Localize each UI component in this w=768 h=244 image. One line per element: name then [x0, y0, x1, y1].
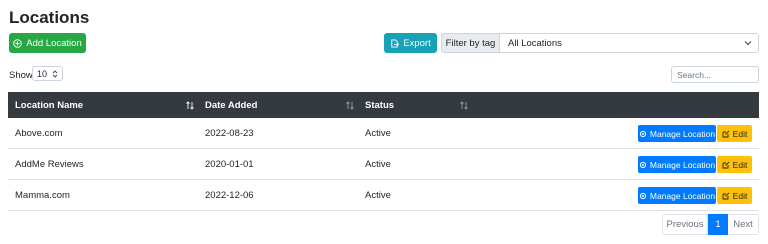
filter-label: Filter by tag [441, 33, 499, 53]
pagination-next[interactable]: Next [728, 214, 759, 235]
edit-icon [722, 161, 729, 168]
location-name: Above.com [15, 127, 63, 139]
date-added: 2022-12-06 [205, 189, 254, 201]
status: Active [365, 127, 391, 139]
manage-location-button[interactable]: Manage Location [638, 156, 716, 173]
page-size-select[interactable]: 10 [32, 66, 63, 81]
edit-button[interactable]: Edit [717, 125, 752, 142]
search-input[interactable] [671, 66, 759, 83]
header-status[interactable]: Status [365, 92, 394, 118]
filter-select-value: All Locations [508, 37, 562, 49]
edit-label: Edit [732, 128, 748, 139]
export-label: Export [403, 37, 431, 49]
edit-icon [722, 130, 729, 137]
export-icon [391, 38, 400, 48]
header-date-added[interactable]: Date Added [205, 92, 257, 118]
pagination-previous[interactable]: Previous [662, 214, 708, 235]
header-location-name[interactable]: Location Name [15, 92, 83, 118]
pagination-page-1[interactable]: 1 [708, 214, 728, 235]
sort-icon[interactable] [186, 101, 194, 110]
manage-location-label: Manage Location [649, 190, 716, 201]
manage-location-button[interactable]: Manage Location [638, 187, 716, 204]
table-row: Mamma.com 2022-12-06 Active Manage Locat… [8, 180, 759, 211]
edit-button[interactable]: Edit [717, 187, 752, 204]
gear-icon [639, 130, 646, 137]
location-name: AddMe Reviews [15, 158, 84, 170]
chevron-down-icon [744, 41, 752, 46]
manage-location-label: Manage Location [649, 128, 716, 139]
edit-icon [722, 192, 729, 199]
pagination: Previous 1 Next [662, 214, 759, 235]
date-added: 2020-01-01 [205, 158, 254, 170]
page-title: Locations [9, 8, 90, 27]
date-added: 2022-08-23 [205, 127, 254, 139]
edit-label: Edit [732, 159, 748, 170]
filter-select[interactable]: All Locations [499, 33, 759, 53]
add-location-button[interactable]: Add Location [9, 33, 86, 53]
header-location-name-label: Location Name [15, 99, 84, 111]
table-row: Above.com 2022-08-23 Active Manage Locat… [8, 118, 759, 149]
export-button[interactable]: Export [384, 33, 437, 53]
sort-icon[interactable] [460, 101, 468, 110]
manage-location-button[interactable]: Manage Location [638, 125, 716, 142]
edit-button[interactable]: Edit [717, 156, 752, 173]
status: Active [365, 158, 391, 170]
edit-label: Edit [732, 190, 748, 201]
header-date-added-label: Date Added [205, 99, 258, 111]
header-status-label: Status [365, 99, 395, 111]
show-label: Show [9, 70, 33, 81]
add-location-label: Add Location [26, 37, 82, 49]
plus-circle-icon [13, 38, 23, 48]
gear-icon [639, 161, 646, 168]
filter-by-tag: Filter by tag All Locations [441, 33, 759, 53]
location-name: Mamma.com [15, 189, 70, 201]
gear-icon [639, 192, 646, 199]
table-row: AddMe Reviews 2020-01-01 Active Manage L… [8, 149, 759, 180]
manage-location-label: Manage Location [649, 159, 716, 170]
page-size-value: 10 [37, 68, 48, 79]
updown-icon [52, 70, 58, 78]
table-header: Location Name Date Added Status [8, 92, 759, 118]
status: Active [365, 189, 391, 201]
sort-icon[interactable] [346, 101, 354, 110]
